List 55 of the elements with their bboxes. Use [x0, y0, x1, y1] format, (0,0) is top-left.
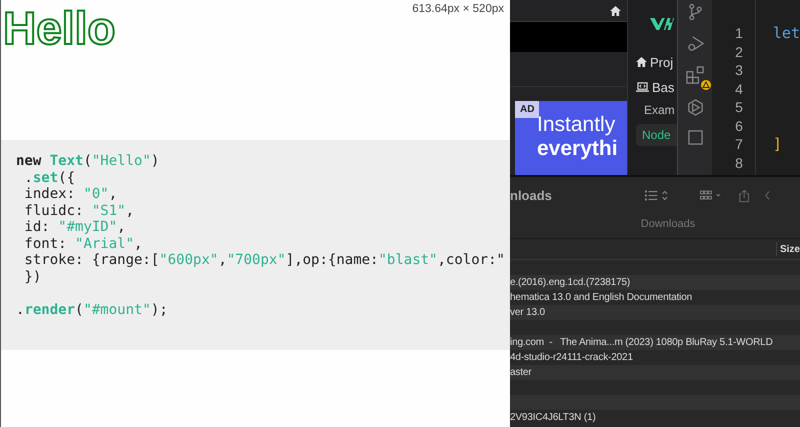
file-row[interactable]: ver 13.0 [510, 305, 800, 320]
run-debug-icon[interactable] [686, 35, 704, 52]
dimensions-label: 613.64px × 520px [412, 3, 504, 15]
code-line: font: "Arial", [23, 236, 142, 252]
line-number: 5 [734, 98, 744, 116]
share-icon[interactable] [738, 188, 750, 202]
file-row[interactable]: ing.com - The Anima...m (2023) 1080p BluRay 5.1-WORLD [510, 335, 800, 350]
line-number: 4 [734, 80, 744, 98]
window-title: nloads [510, 188, 553, 203]
code-line: new Text("Hello") [16, 153, 160, 169]
code-line: .set({ [23, 170, 76, 186]
chevron-left-icon[interactable] [765, 190, 770, 201]
home-icon [636, 57, 647, 67]
logo-icon [650, 18, 674, 31]
path-label: Downloads [510, 214, 800, 239]
code-line: index: "0", [23, 186, 118, 202]
ad-headline: Instantly [537, 113, 616, 137]
nav-item[interactable]: Node [636, 124, 677, 146]
file-name[interactable]: 2V93IC4J6LT3N (1) [510, 412, 596, 423]
code-line: fluidc: "S1", [23, 202, 134, 218]
square-icon[interactable] [688, 130, 702, 145]
home-icon[interactable] [610, 6, 621, 16]
code-keyword: let [772, 24, 800, 42]
outlined-heading: Hello [3, 5, 116, 51]
laptop-code-icon [636, 82, 649, 92]
extensions-icon[interactable] [686, 66, 704, 85]
ad-badge: AD [515, 101, 540, 118]
line-number: 3 [734, 61, 744, 80]
code-line: stroke: {range:["600px","700px"],op:{name:"blast",color:" [23, 252, 505, 268]
line-number: 1 [734, 24, 744, 42]
nav-link[interactable]: Bas [636, 78, 677, 96]
file-name[interactable]: ver 13.0 [510, 307, 545, 318]
source-control-icon[interactable] [688, 3, 702, 21]
file-name[interactable]: e.(2016).eng.1cd.(7238175) [510, 277, 630, 288]
nav-link[interactable]: Proj [636, 53, 677, 71]
hexagon-play-icon[interactable] [686, 99, 704, 116]
section-heading: Exam [643, 103, 676, 117]
ad-headline: everythi [537, 137, 619, 161]
code-line: id: "#myID", [23, 219, 126, 235]
ad-banner[interactable]: AD Instantly everythi [515, 101, 627, 175]
line-number: 6 [734, 116, 744, 135]
line-number: 7 [734, 135, 744, 154]
file-name[interactable]: aster [510, 367, 532, 378]
line-number: 8 [734, 154, 744, 172]
code-bracket: ] [772, 135, 782, 153]
line-number: 2 [734, 42, 744, 61]
file-row[interactable]: e.(2016).eng.1cd.(7238175) [510, 275, 800, 290]
file-name[interactable]: 4d-studio-r24111-crack-2021 [510, 352, 633, 363]
grid-view-icon[interactable] [700, 190, 723, 201]
code-line: .render("#mount"); [16, 302, 168, 318]
column-header[interactable]: Size [776, 244, 800, 254]
code-line: }) [23, 268, 42, 284]
file-row[interactable]: aster [510, 365, 800, 380]
file-name[interactable]: hematica 13.0 and English Documentation [510, 292, 692, 303]
file-name[interactable]: ing.com - The Anima...m (2023) 1080p BluRay 5.1-WORLD [510, 337, 773, 348]
